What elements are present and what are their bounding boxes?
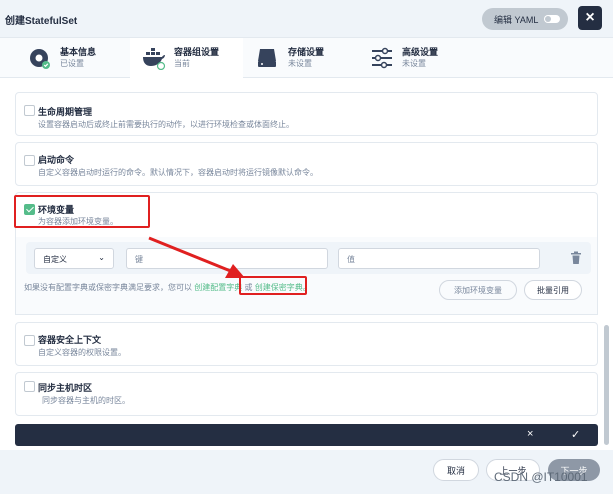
env-value-input[interactable]: 值 bbox=[338, 248, 540, 269]
step-status: 未设置 bbox=[288, 59, 312, 68]
basic-info-icon bbox=[28, 46, 52, 70]
dialog-header: 创建StatefulSet 编辑 YAML × bbox=[0, 0, 613, 38]
step-status: 已设置 bbox=[60, 59, 84, 68]
storage-icon bbox=[256, 46, 280, 70]
command-title: 启动命令 bbox=[38, 155, 75, 165]
highlight-env-box bbox=[14, 195, 150, 228]
step-advanced-settings[interactable]: 高级设置 未设置 bbox=[370, 38, 438, 78]
trash-icon[interactable] bbox=[570, 251, 582, 265]
edit-action-bar: × ✓ bbox=[15, 424, 598, 446]
step-name: 容器组设置 bbox=[174, 47, 220, 57]
annotation-arrow-icon bbox=[148, 236, 245, 278]
env-hint-text: 如果没有配置字典或保密字典满足要求，您可以 bbox=[24, 283, 192, 292]
timezone-desc: 同步容器与主机的时区。 bbox=[42, 396, 130, 405]
create-statefulset-dialog: 创建StatefulSet 编辑 YAML × 基本信息 已设置 容器组设置 当… bbox=[0, 0, 613, 494]
edit-yaml-label: 编辑 YAML bbox=[494, 14, 539, 25]
step-tabs: 基本信息 已设置 容器组设置 当前 存储设置 未设置 高级设置 未设置 bbox=[0, 38, 613, 78]
watermark: CSDN @IT10001 bbox=[494, 470, 588, 484]
sliders-icon bbox=[370, 46, 394, 70]
close-button[interactable]: × bbox=[578, 6, 602, 30]
command-card: 启动命令 自定义容器启动时运行的命令。默认情况下，容器启动时将运行镜像默认命令。 bbox=[15, 142, 598, 186]
bar-cancel-button[interactable]: × bbox=[527, 428, 533, 440]
lifecycle-card: 生命周期管理 设置容器启动后或终止前需要执行的动作，以进行环境检查或体面终止。 bbox=[15, 92, 598, 136]
docker-icon bbox=[142, 46, 166, 71]
timezone-title: 同步主机时区 bbox=[38, 383, 93, 393]
lifecycle-checkbox[interactable] bbox=[24, 105, 35, 116]
batch-reference-button[interactable]: 批量引用 bbox=[524, 280, 582, 300]
dialog-title: 创建StatefulSet bbox=[5, 16, 78, 27]
step-status: 当前 bbox=[174, 59, 190, 68]
scrollbar[interactable] bbox=[604, 325, 609, 445]
timezone-card: 同步主机时区 同步容器与主机的时区。 bbox=[15, 372, 598, 416]
step-name: 高级设置 bbox=[402, 47, 439, 57]
create-configmap-link[interactable]: 创建配置字典 bbox=[194, 283, 242, 292]
security-desc: 自定义容器的权限设置。 bbox=[38, 348, 126, 357]
command-desc: 自定义容器启动时运行的命令。默认情况下，容器启动时将运行镜像默认命令。 bbox=[38, 168, 318, 177]
step-container-settings[interactable]: 容器组设置 当前 bbox=[130, 38, 243, 78]
add-env-variable-button[interactable]: 添加环境变量 bbox=[439, 280, 517, 300]
chevron-down-icon: ⌄ bbox=[98, 253, 105, 262]
bar-confirm-button[interactable]: ✓ bbox=[571, 428, 580, 441]
env-type-select[interactable]: 自定义 ⌄ bbox=[34, 248, 114, 269]
step-status: 未设置 bbox=[402, 59, 426, 68]
env-variable-row: 自定义 ⌄ 键 值 bbox=[26, 242, 591, 274]
step-name: 基本信息 bbox=[60, 47, 97, 57]
env-type-value: 自定义 bbox=[43, 255, 67, 264]
timezone-checkbox[interactable] bbox=[24, 381, 35, 392]
lifecycle-title: 生命周期管理 bbox=[38, 107, 93, 117]
step-name: 存储设置 bbox=[288, 47, 325, 57]
cancel-button[interactable]: 取消 bbox=[433, 459, 479, 481]
security-checkbox[interactable] bbox=[24, 335, 35, 346]
step-storage-settings[interactable]: 存储设置 未设置 bbox=[256, 38, 324, 78]
step-basic-info[interactable]: 基本信息 已设置 bbox=[28, 38, 96, 78]
security-title: 容器安全上下文 bbox=[38, 335, 102, 345]
security-card: 容器安全上下文 自定义容器的权限设置。 bbox=[15, 322, 598, 366]
lifecycle-desc: 设置容器启动后或终止前需要执行的动作，以进行环境检查或体面终止。 bbox=[38, 120, 294, 129]
command-checkbox[interactable] bbox=[24, 155, 35, 166]
edit-yaml-toggle[interactable]: 编辑 YAML bbox=[482, 8, 568, 30]
yaml-switch[interactable] bbox=[544, 15, 561, 23]
